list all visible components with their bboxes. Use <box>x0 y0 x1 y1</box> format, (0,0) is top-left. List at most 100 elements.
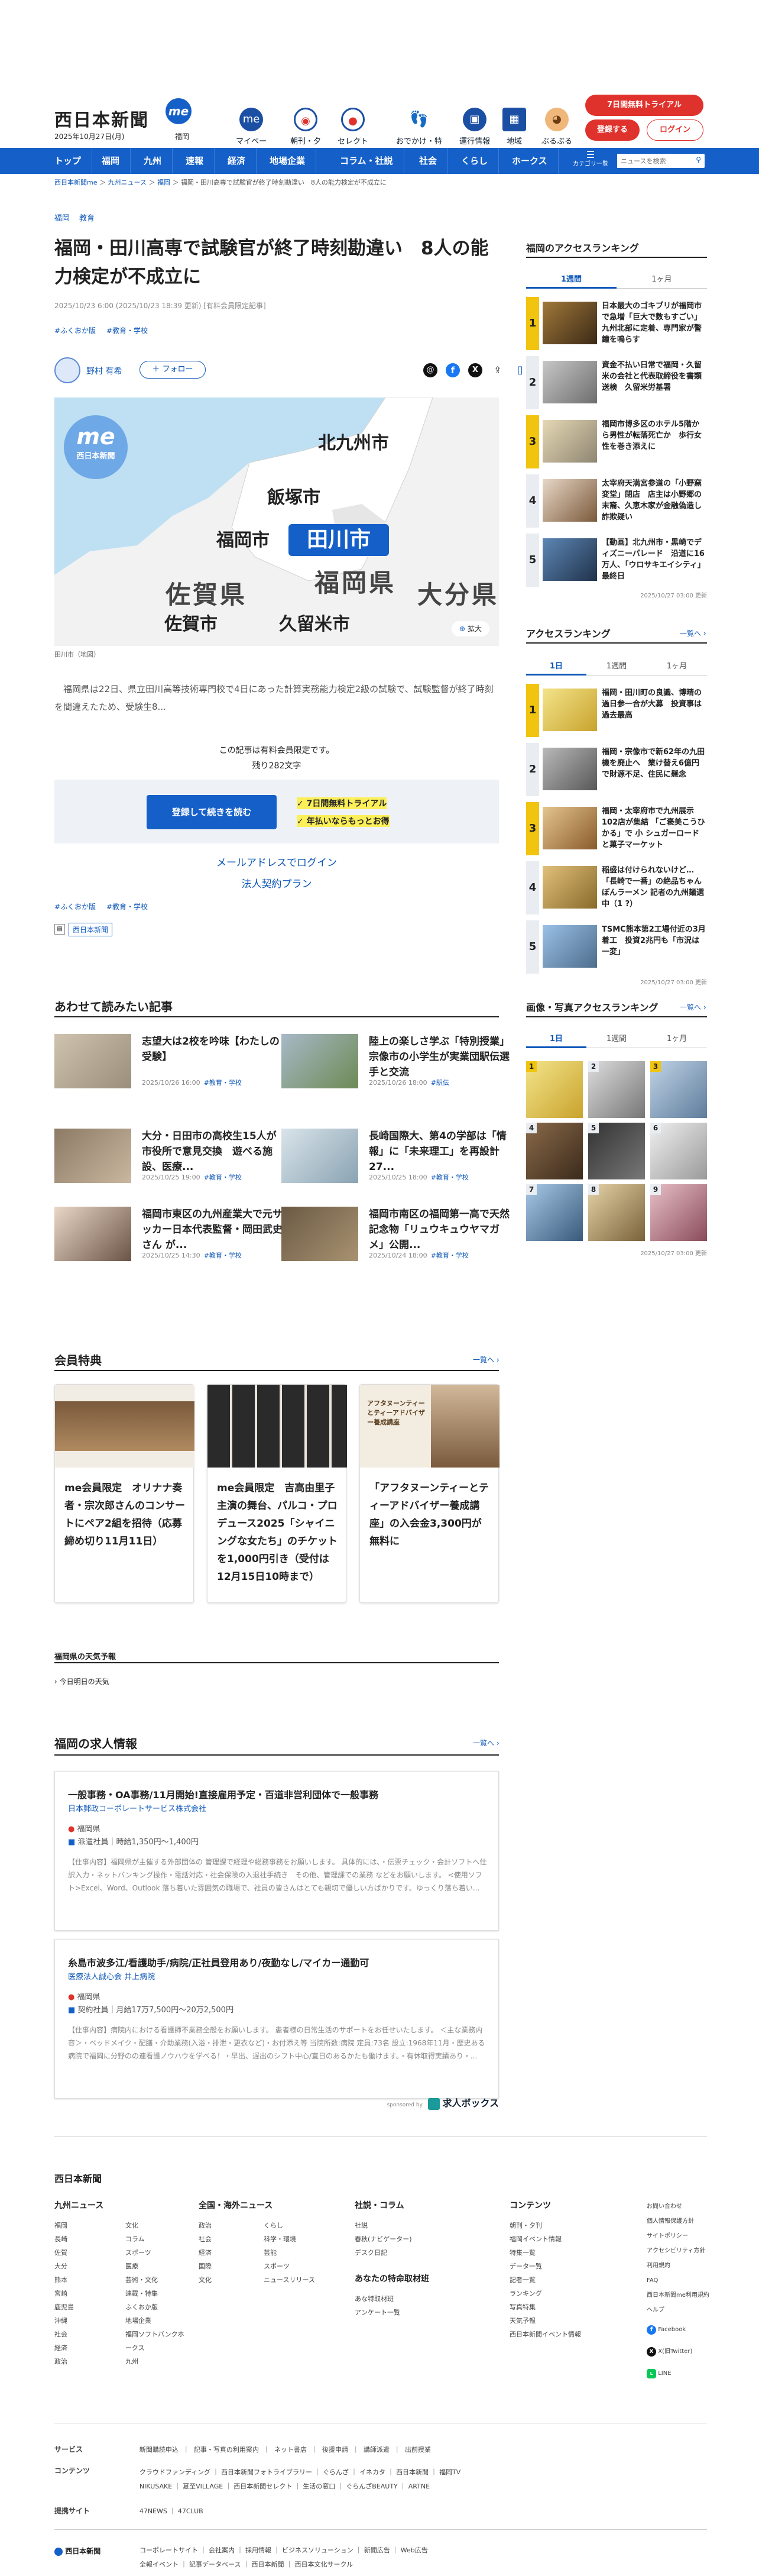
photo-ranking-more-link[interactable]: 一覧へ › <box>680 1002 706 1012</box>
tab-1month[interactable]: 1ヶ月 <box>647 658 707 675</box>
nav-column[interactable]: コラム・社説 <box>329 148 404 174</box>
ranking-item[interactable]: 2 福岡・宗像市で新62年の九田機を廃止へ 業け替え6億円で財源不足、住民に懸念 <box>526 743 707 796</box>
x-icon[interactable]: X <box>468 363 482 377</box>
article-tag[interactable]: #教育・学校 <box>106 901 148 912</box>
nav-hawks[interactable]: ホークス <box>501 148 559 174</box>
ranking-item[interactable]: 3 福岡・太宰府市で九州展示102店が集結 「ご褒美こうひかる」で 小 シュガーロ… <box>526 802 707 855</box>
breadcrumb-kyushu[interactable]: 九州ニュース <box>108 179 146 186</box>
article-tag[interactable]: #ふくおか版 <box>54 325 96 335</box>
ranking-item[interactable]: 1 日本最大のゴキブリが福岡市で急増「巨大で数もすごい」 九州北部に定着、専門家が… <box>526 297 707 350</box>
nav-kyushu[interactable]: 九州 <box>133 148 173 174</box>
facebook-icon[interactable]: f <box>446 363 460 377</box>
region-button[interactable]: ▦ 地域 <box>497 108 532 146</box>
perk-card[interactable]: me会員限定 オリナナ奏者・宗次郎さんのコンサートにペア2組を招待（応募締め切り… <box>54 1384 194 1603</box>
article-tag[interactable]: #ふくおか版 <box>54 901 96 912</box>
nav-economy[interactable]: 経済 <box>217 148 257 174</box>
related-card[interactable]: 陸上の楽しさ学ぶ「特別授業」 宗像市の小学生が実業団駅伝選手と交流 2025/1… <box>281 1034 510 1093</box>
footer-partner-links[interactable]: 47NEWS ｜ 47CLUB <box>140 2507 203 2515</box>
search-box[interactable]: ⚲ <box>617 154 705 168</box>
select-button[interactable]: ● セレクト <box>335 108 371 146</box>
corporate-plan-link[interactable]: 法人契約プラン <box>54 875 499 890</box>
photo-item[interactable]: 9 <box>650 1184 707 1241</box>
author-name[interactable]: 野村 有希 <box>86 365 122 377</box>
ranking-item[interactable]: 4 太宰府天満宮参道の「小野窯変堂」閉店 店主は小野郷の末裔、久恵木家が金融偽造し… <box>526 474 707 528</box>
related-card[interactable]: 福岡市東区の九州産業大で元サッカー日本代表監督・岡田武史さん が... 2025… <box>54 1207 283 1266</box>
jobs-sponsor[interactable]: sponsored by 求人ボックス <box>378 2095 499 2110</box>
footer-logo[interactable]: 西日本新聞 <box>54 2171 102 2185</box>
footer-info-links[interactable]: お問い合わせ 個人情報保護方針 サイトポリシー アクセシビリティ方針 利用規約 FAQ 西日… <box>647 2199 712 2381</box>
tab-1month[interactable]: 1ヶ月 <box>647 1030 707 1048</box>
perks-more-link[interactable]: 一覧へ › <box>473 1355 499 1365</box>
login-button[interactable]: ログイン <box>647 119 703 141</box>
register-button[interactable]: 登録する <box>585 119 640 141</box>
ranking-item[interactable]: 4 稲盛は付けられないけど…「長崎で一番」の絶品ちゃんぽんラーメン 記者の九州麺選… <box>526 861 707 914</box>
perk-card[interactable]: アフタヌーンティーとティーアドバイザー養成講座 「アフタヌーンティーとティーアド… <box>359 1384 499 1603</box>
tab-1day[interactable]: 1日 <box>526 658 586 675</box>
job-card[interactable]: 一般事務・OA事務/11月開始!直接雇用予定・百道非営利団体で一般事務 日本郵政… <box>54 1771 499 1931</box>
ranking-item[interactable]: 3 福岡市博多区のホテル5階から男性が転落死亡か 歩行女性を巻き添えに <box>526 415 707 468</box>
jobs-more-link[interactable]: 一覧へ › <box>473 1738 499 1748</box>
follow-button[interactable]: ＋ フォロー <box>140 361 206 379</box>
enlarge-button[interactable]: ⊕ 拡大 <box>452 621 489 636</box>
nav-category-list[interactable]: ☰ カテゴリ一覧 <box>570 150 611 169</box>
photo-item[interactable]: 3 <box>650 1061 707 1118</box>
photo-item[interactable]: 8 <box>588 1184 645 1241</box>
article-map[interactable]: me 西日本新聞 北九州市 飯塚市 福岡市 田川市 福岡県 佐賀県 大分県 佐賀… <box>54 397 499 646</box>
footer-line-link[interactable]: L LINE <box>647 2366 712 2381</box>
photo-item[interactable]: 2 <box>588 1061 645 1118</box>
nav-fukuoka[interactable]: 福岡 <box>91 148 131 174</box>
breadcrumb-fukuoka[interactable]: 福岡 <box>157 179 170 186</box>
article-category-education[interactable]: 教育 <box>79 212 95 223</box>
related-card[interactable]: 福岡市南区の福岡第一高で天然記念物「リュウキュウヤマガメ」公開... 2025/… <box>281 1207 510 1266</box>
perk-card[interactable]: me会員限定 吉高由里子主演の舞台、パルコ・プロデュース2025「シャイニングな… <box>207 1384 347 1603</box>
ranking-item[interactable]: 2 資金不払い日常で福岡・久留米の会社と代表取締役を書類送検 久留米労基署 <box>526 356 707 409</box>
breadcrumb-home[interactable]: 西日本新聞me <box>54 179 97 186</box>
footer-column-links[interactable]: 社説 春秋(ナビゲーター) デスク日記 <box>355 2219 461 2260</box>
me-logo[interactable]: me <box>166 98 192 124</box>
article-tag[interactable]: #教育・学校 <box>106 325 148 335</box>
author-avatar[interactable] <box>54 357 80 383</box>
footer-corp-links[interactable]: コーポレートサイト ｜ 会社案内 ｜ 採用情報 ｜ ビジネスソリューション ｜ … <box>140 2543 553 2572</box>
photo-item[interactable]: 4 <box>526 1123 583 1179</box>
footer-national-links[interactable]: 政治 社会 経済 国際 文化 くらし 科学・環境 芸能 スポーツ ニュースリリース <box>199 2219 317 2287</box>
ranking-item[interactable]: 5 【動画】北九州市・黒崎でディズニーパレード 沿道に16万人、「ウロサキエイシテ… <box>526 534 707 587</box>
trial-button[interactable]: 7日間無料トライアル <box>585 95 703 116</box>
share-icon[interactable]: ⇪ <box>491 363 505 377</box>
article-category-fukuoka[interactable]: 福岡 <box>54 212 70 223</box>
search-input[interactable] <box>617 154 688 168</box>
photo-item[interactable]: 5 <box>588 1123 645 1179</box>
nav-society[interactable]: 社会 <box>408 148 449 174</box>
email-login-link[interactable]: メールアドレスでログイン <box>54 854 499 869</box>
tab-1week[interactable]: 1週間 <box>586 1030 647 1048</box>
related-card[interactable]: 長崎国際大、第4の学部は「情報」に「未来理工」を再設計 27... 2025/1… <box>281 1129 510 1188</box>
mascot-button[interactable]: ◕ ぶるぶる <box>538 108 576 146</box>
photo-item[interactable]: 6 <box>650 1123 707 1179</box>
subscribe-button[interactable]: 登録して続きを読む <box>147 795 277 829</box>
paper-badge[interactable]: 西日本新聞 <box>69 923 113 936</box>
site-logo[interactable]: 西日本新聞 <box>54 105 149 131</box>
job-card[interactable]: 糸島市波多江/看護助手/病院/正社員登用あり/夜勤なし/マイカー通勤可 医療法人… <box>54 1939 499 2099</box>
ranking-item[interactable]: 1 福岡・田川町の良識、博晴の過日参一合が大募 投資事は過去最高 <box>526 684 707 737</box>
nav-top[interactable]: トップ <box>44 148 93 174</box>
nav-breaking[interactable]: 速報 <box>175 148 215 174</box>
footer-x-link[interactable]: X X(旧Twitter) <box>647 2344 712 2359</box>
search-icon[interactable]: ⚲ <box>696 156 701 164</box>
nav-local-business[interactable]: 地場企業 <box>259 148 317 174</box>
tab-1week[interactable]: 1週間 <box>526 271 617 289</box>
footer-special-links[interactable]: あな特取材班 アンケート一覧 <box>355 2292 461 2319</box>
tab-1month[interactable]: 1ヶ月 <box>617 271 707 289</box>
footer-corp-logo[interactable]: 西日本新聞 <box>54 2546 100 2556</box>
footer-contents-row-links[interactable]: クラウドファンディング ｜ 西日本新聞フォトライブラリー ｜ ぐらんざ ｜ イネ… <box>140 2465 695 2494</box>
related-card[interactable]: 大分・日田市の高校生15人が市役所で意見交換 遊べる施設、医療... 2025/… <box>54 1129 277 1188</box>
ranking-item[interactable]: 5 TSMC熊本第2工場付近の3月着工 投資2兆円も「市況は一変」 <box>526 920 707 974</box>
footer-contents-links[interactable]: 朝刊・夕刊 福岡イベント情報 特集一覧 データ一覧 記者一覧 ランキング 写真特集 天気予報西… <box>510 2219 598 2341</box>
bookmark-icon[interactable]: ▯ <box>513 363 527 377</box>
footer-service-links[interactable]: 新聞購読申込 ｜ 記事・写真の利用案内 ｜ ネット書店 ｜ 後援申請 ｜ 講師派… <box>140 2446 431 2454</box>
tab-1week[interactable]: 1週間 <box>586 658 647 675</box>
footer-facebook-link[interactable]: f Facebook <box>647 2322 712 2337</box>
weather-link[interactable]: › 今日明日の天気 <box>54 1676 109 1686</box>
traffic-button[interactable]: ▣ 運行情報 <box>456 108 493 146</box>
related-card[interactable]: 志望大は2校を吟味【わたしの受験】 2025/10/26 16:00 #教育・学校 <box>54 1034 280 1093</box>
nav-life[interactable]: くらし <box>450 148 499 174</box>
photo-item[interactable]: 1 <box>526 1061 583 1118</box>
